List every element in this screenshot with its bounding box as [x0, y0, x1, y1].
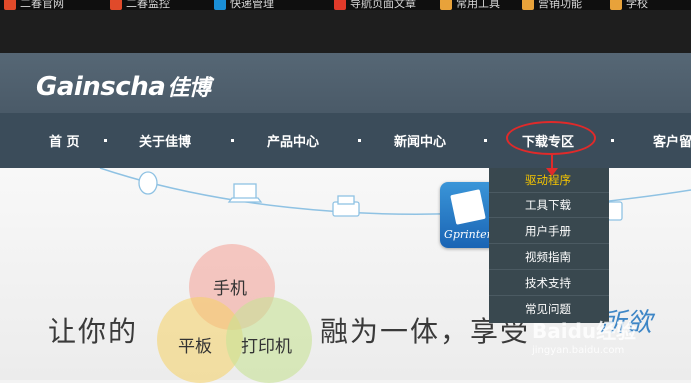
nav-separator	[611, 139, 614, 142]
printer-icon	[332, 195, 360, 217]
dropdown-item-tools[interactable]: 工具下载	[489, 193, 609, 218]
bookmark-label: 二春监控	[126, 0, 170, 10]
site-logo[interactable]: Gainscha佳博	[36, 70, 211, 102]
folder-icon	[610, 0, 622, 10]
bookmark-icon	[334, 0, 346, 10]
bookmark-item[interactable]: 常用工具	[440, 0, 500, 10]
bookmark-label: 快递管理	[230, 0, 274, 10]
nav-separator	[484, 139, 487, 142]
nav-item-products[interactable]: 产品中心	[267, 131, 319, 150]
highlight-circle-annotation	[506, 121, 596, 155]
baidu-watermark-url: jingyan.baidu.com	[532, 345, 625, 356]
annotation-arrow-head	[546, 168, 558, 176]
nav-item-home[interactable]: 首 页	[49, 131, 80, 150]
dropdown-item-manuals[interactable]: 用户手册	[489, 219, 609, 244]
logo-brand: Gainscha	[36, 72, 166, 102]
slogan-left: 让你的	[48, 315, 139, 348]
paper-icon	[450, 189, 486, 225]
bookmark-label: 常用工具	[456, 0, 500, 10]
dropdown-item-videos[interactable]: 视频指南	[489, 245, 609, 270]
bookmark-icon	[214, 0, 226, 10]
bookmark-label: 学校	[626, 0, 648, 10]
nav-item-customer[interactable]: 客户留	[653, 131, 691, 150]
bookmark-item[interactable]: 营销功能	[522, 0, 582, 10]
venn-label-printer: 打印机	[241, 337, 292, 357]
bookmarks-bar: 二春官网 二春监控 快递管理 导航页面文章 常用工具 营销功能 学校	[0, 0, 691, 10]
gprinter-label: Gprinter	[444, 228, 492, 241]
bookmark-label: 导航页面文章	[350, 0, 416, 10]
nav-separator	[231, 139, 234, 142]
bookmark-icon	[110, 0, 122, 10]
venn-label-tablet: 平板	[178, 337, 212, 357]
mouse-icon	[138, 171, 158, 195]
bookmark-item[interactable]: 二春官网	[4, 0, 64, 10]
bookmark-item[interactable]: 二春监控	[110, 0, 170, 10]
logo-brand-cn: 佳博	[167, 76, 211, 101]
venn-label-phone: 手机	[213, 279, 247, 299]
folder-icon	[522, 0, 534, 10]
nav-item-about[interactable]: 关于佳博	[139, 131, 191, 150]
gprinter-app-icon[interactable]: Gprinter	[440, 182, 496, 248]
bookmark-item[interactable]: 导航页面文章	[334, 0, 416, 10]
bookmark-icon	[4, 0, 16, 10]
laptop-icon	[227, 183, 263, 203]
nav-separator	[358, 139, 361, 142]
bookmark-item[interactable]: 学校	[610, 0, 648, 10]
dropdown-item-support[interactable]: 技术支持	[489, 271, 609, 296]
device-icon	[607, 201, 623, 221]
nav-separator	[104, 139, 107, 142]
top-strip	[0, 10, 691, 53]
bookmark-item[interactable]: 快递管理	[214, 0, 274, 10]
baidu-watermark: Baidu经验	[532, 319, 637, 343]
bookmark-label: 营销功能	[538, 0, 582, 10]
folder-icon	[440, 0, 452, 10]
downloads-dropdown: 驱动程序 工具下载 用户手册 视频指南 技术支持 常见问题	[489, 168, 609, 323]
nav-item-news[interactable]: 新闻中心	[394, 131, 446, 150]
bookmark-label: 二春官网	[20, 0, 64, 10]
